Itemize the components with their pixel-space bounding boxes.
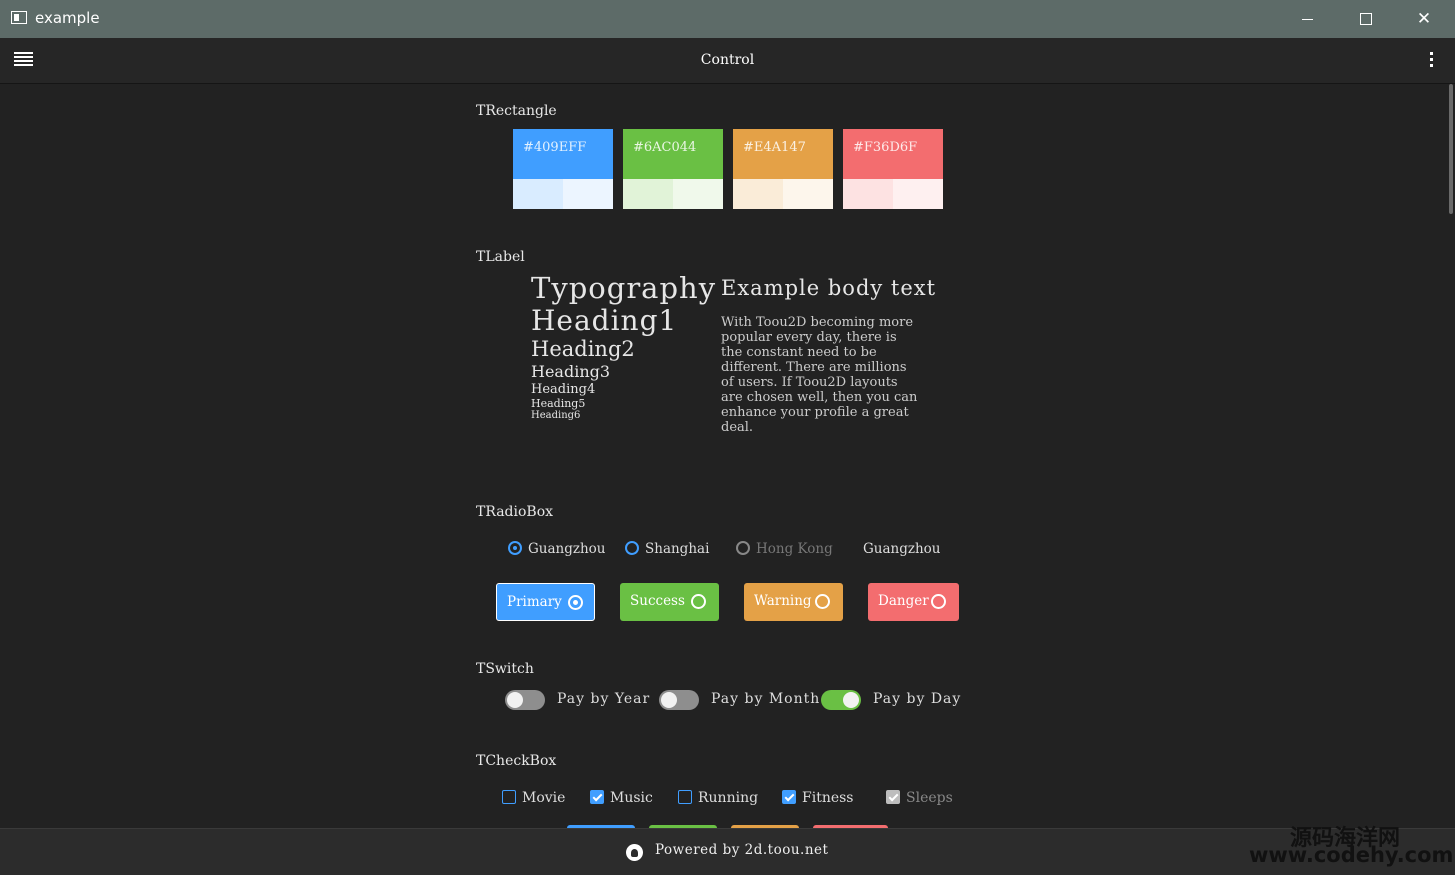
app-window-icon <box>11 11 27 24</box>
github-icon[interactable] <box>626 844 643 861</box>
section-title-label: TLabel <box>476 249 525 265</box>
radio-button-danger[interactable]: Danger <box>868 583 959 621</box>
swatch-color-label: #6AC044 <box>623 129 723 179</box>
checkbox-icon <box>502 790 516 804</box>
swatch-light-1 <box>623 179 673 209</box>
radio-label: Hong Kong <box>756 541 833 557</box>
toggle-knob <box>507 692 523 708</box>
toggle-switch[interactable] <box>821 690 861 710</box>
toggle-label: Pay by Month <box>711 691 821 707</box>
powered-by-link[interactable]: Powered by 2d.toou.net <box>655 842 828 858</box>
typography-block: Typography Heading1 Heading2 Heading3 He… <box>531 274 716 425</box>
radio-button-warning[interactable]: Warning <box>744 583 843 621</box>
checkbox-sleeps: Sleeps <box>886 790 953 806</box>
swatch-color-label: #409EFF <box>513 129 613 179</box>
radio-button-label: Success <box>630 593 685 609</box>
color-swatch: #6AC044 <box>623 129 723 209</box>
toggle-switch[interactable] <box>505 690 545 710</box>
radio-ring-icon <box>691 594 706 609</box>
section-title-checkbox: TCheckBox <box>476 753 557 769</box>
checkbox-label: Music <box>610 790 653 806</box>
checkbox-music[interactable]: Music <box>590 790 653 806</box>
body-text: With Toou2D becoming more popular every … <box>721 315 918 435</box>
radio-button-success[interactable]: Success <box>620 583 719 621</box>
radio-circle-icon <box>508 541 522 555</box>
radio-ring-icon <box>931 594 946 609</box>
heading3: Heading3 <box>531 362 611 381</box>
checkbox-icon <box>678 790 692 804</box>
content-area: TRectangle #409EFF #6AC044 #E4A147 #F36D6F … <box>0 84 1455 828</box>
swatch-color-label: #E4A147 <box>733 129 833 179</box>
checkbox-label: Movie <box>522 790 566 806</box>
radio-option: Hong Kong <box>736 541 833 557</box>
more-vertical-icon[interactable] <box>1430 52 1434 68</box>
radio-ring-icon <box>815 594 830 609</box>
body-heading: Example body text <box>721 276 937 300</box>
app-bar: Control <box>0 38 1455 84</box>
checkbox-label: Fitness <box>802 790 854 806</box>
heading6: Heading6 <box>531 410 581 421</box>
checkbox-label: Running <box>698 790 759 806</box>
heading1: Heading1 <box>531 304 678 337</box>
heading5: Heading5 <box>531 397 586 410</box>
minimize-button[interactable] <box>1278 0 1336 38</box>
swatch-light-2 <box>563 179 613 209</box>
radio-button-label: Danger <box>878 593 929 609</box>
checkbox-icon <box>590 790 604 804</box>
toggle-label: Pay by Year <box>557 691 651 707</box>
color-swatch: #E4A147 <box>733 129 833 209</box>
page-title: Control <box>700 52 755 68</box>
typography-title: Typography <box>531 271 717 305</box>
radio-selected-value: Guangzhou <box>863 541 941 557</box>
color-swatch: #409EFF <box>513 129 613 209</box>
toggle-knob <box>661 692 677 708</box>
radio-option[interactable]: Guangzhou <box>508 541 606 557</box>
window-titlebar: example ✕ <box>0 0 1455 38</box>
window-title: example <box>35 9 100 27</box>
radio-circle-icon <box>625 541 639 555</box>
radio-option[interactable]: Shanghai <box>625 541 709 557</box>
swatch-color-label: #F36D6F <box>843 129 943 179</box>
checkbox-icon <box>782 790 796 804</box>
swatch-light-2 <box>783 179 833 209</box>
footer: Powered by 2d.toou.net <box>0 828 1455 875</box>
radio-button-label: Warning <box>754 593 812 609</box>
radio-label: Shanghai <box>645 541 710 557</box>
color-swatch: #F36D6F <box>843 129 943 209</box>
toggle-switch[interactable] <box>659 690 699 710</box>
radio-label: Guangzhou <box>528 541 606 557</box>
swatch-light-2 <box>673 179 723 209</box>
maximize-button[interactable] <box>1336 0 1394 38</box>
close-button[interactable]: ✕ <box>1395 0 1453 38</box>
heading4: Heading4 <box>531 382 596 397</box>
radio-button-label: Primary <box>507 594 562 610</box>
radio-button-primary[interactable]: Primary <box>496 583 595 621</box>
swatch-light-2 <box>893 179 943 209</box>
section-title-rectangle: TRectangle <box>476 103 557 119</box>
checkbox-icon <box>886 790 900 804</box>
checkbox-running[interactable]: Running <box>678 790 758 806</box>
swatch-light-1 <box>843 179 893 209</box>
watermark-url: www.codehy.com <box>1249 843 1454 867</box>
toggle-knob <box>843 692 859 708</box>
swatch-light-1 <box>513 179 563 209</box>
checkbox-label: Sleeps <box>906 790 953 806</box>
radio-circle-icon <box>736 541 750 555</box>
checkbox-movie[interactable]: Movie <box>502 790 565 806</box>
section-title-radiobox: TRadioBox <box>476 504 554 520</box>
swatch-light-1 <box>733 179 783 209</box>
section-title-switch: TSwitch <box>476 661 534 677</box>
radio-ring-icon <box>568 595 583 610</box>
toggle-label: Pay by Day <box>873 691 962 707</box>
heading2: Heading2 <box>531 337 635 361</box>
checkbox-fitness[interactable]: Fitness <box>782 790 854 806</box>
